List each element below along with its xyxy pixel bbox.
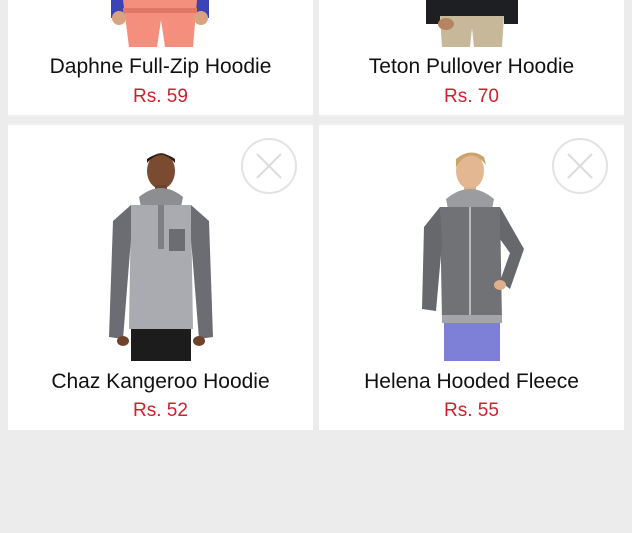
remove-item-button[interactable] xyxy=(552,138,608,194)
product-name[interactable]: Helena Hooded Fleece xyxy=(319,370,624,394)
product-name[interactable]: Teton Pullover Hoodie xyxy=(319,55,624,79)
product-name[interactable]: Daphne Full-Zip Hoodie xyxy=(8,55,313,79)
hoodie-man-image xyxy=(108,153,213,361)
product-price: Rs. 52 xyxy=(133,400,188,421)
hoodie-woman-image xyxy=(421,152,524,361)
close-circle-icon xyxy=(256,153,282,179)
close-circle-icon xyxy=(567,153,593,179)
product-price: Rs. 55 xyxy=(444,400,499,421)
product-price: Rs. 70 xyxy=(444,86,499,107)
product-grid: Daphne Full-Zip Hoodie Rs. 59 Teton Pull… xyxy=(0,0,632,533)
product-card[interactable]: Helena Hooded Fleece Rs. 55 xyxy=(319,125,624,430)
product-card[interactable]: Chaz Kangeroo Hoodie Rs. 52 xyxy=(8,125,313,430)
hoodie-man-image xyxy=(425,0,518,47)
product-image[interactable] xyxy=(101,149,221,361)
remove-item-button[interactable] xyxy=(241,138,297,194)
product-card[interactable]: Teton Pullover Hoodie Rs. 70 xyxy=(319,0,624,115)
product-image[interactable] xyxy=(412,149,532,361)
product-name[interactable]: Chaz Kangeroo Hoodie xyxy=(8,370,313,394)
product-image[interactable] xyxy=(412,0,532,47)
product-price: Rs. 59 xyxy=(133,86,188,107)
empty-area xyxy=(0,430,632,533)
hoodie-woman-image xyxy=(110,0,209,47)
product-image[interactable] xyxy=(101,0,221,47)
product-card[interactable]: Daphne Full-Zip Hoodie Rs. 59 xyxy=(8,0,313,115)
